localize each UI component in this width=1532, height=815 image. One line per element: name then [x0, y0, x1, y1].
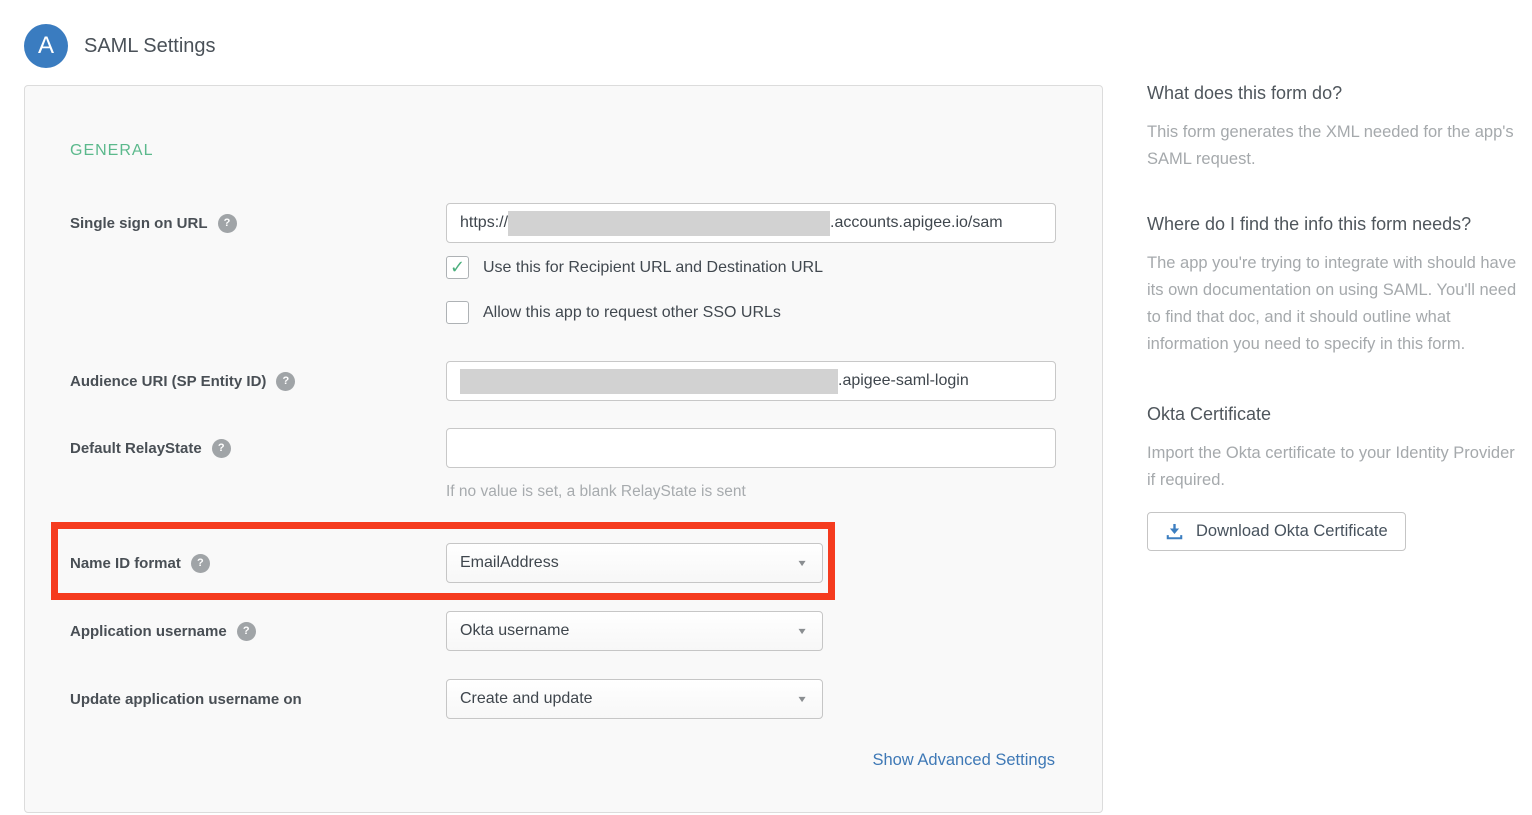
application-username-label: Application username: [70, 623, 227, 640]
recipient-checkbox[interactable]: ✓: [446, 256, 469, 279]
general-section-heading: GENERAL: [70, 142, 153, 160]
audience-uri-value-suffix: .apigee-saml-login: [838, 372, 969, 390]
application-username-dropdown[interactable]: Okta username ▼: [446, 611, 823, 651]
update-username-label-wrap: Update application username on: [70, 691, 446, 708]
audience-uri-label: Audience URI (SP Entity ID): [70, 373, 266, 390]
page-header: A SAML Settings: [24, 24, 216, 68]
chevron-down-icon: ▼: [796, 558, 808, 569]
update-username-row: Update application username on Create an…: [70, 679, 823, 719]
saml-settings-panel: GENERAL Single sign on URL ? https:// .a…: [24, 85, 1103, 813]
sidebar-heading-where: Where do I find the info this form needs…: [1147, 214, 1532, 235]
relay-state-input[interactable]: [446, 428, 1056, 468]
relay-state-row: Default RelayState ?: [70, 428, 1056, 468]
audience-uri-row: Audience URI (SP Entity ID) ? .apigee-sa…: [70, 361, 1056, 401]
recipient-checkbox-row: ✓ Use this for Recipient URL and Destina…: [446, 256, 823, 279]
help-sidebar: What does this form do? This form genera…: [1147, 83, 1532, 551]
other-sso-checkbox-row: Allow this app to request other SSO URLs: [446, 301, 781, 324]
download-okta-certificate-button[interactable]: Download Okta Certificate: [1147, 512, 1406, 551]
download-button-label: Download Okta Certificate: [1196, 522, 1388, 541]
update-username-dropdown[interactable]: Create and update ▼: [446, 679, 823, 719]
relay-state-hint: If no value is set, a blank RelayState i…: [446, 483, 746, 501]
audience-uri-label-wrap: Audience URI (SP Entity ID) ?: [70, 372, 446, 391]
name-id-format-row: Name ID format ? EmailAddress ▼: [70, 543, 823, 583]
recipient-checkbox-label: Use this for Recipient URL and Destinati…: [483, 259, 823, 277]
sso-url-label: Single sign on URL: [70, 215, 208, 232]
page-title: SAML Settings: [84, 35, 216, 58]
sso-url-input[interactable]: https:// .accounts.apigee.io/sam: [446, 203, 1056, 243]
application-username-value: Okta username: [460, 622, 569, 640]
show-advanced-settings-link[interactable]: Show Advanced Settings: [872, 751, 1055, 770]
help-icon[interactable]: ?: [218, 214, 237, 233]
chevron-down-icon: ▼: [796, 626, 808, 637]
sidebar-heading-certificate: Okta Certificate: [1147, 404, 1532, 425]
chevron-down-icon: ▼: [796, 694, 808, 705]
other-sso-checkbox-label: Allow this app to request other SSO URLs: [483, 304, 781, 322]
help-icon[interactable]: ?: [237, 622, 256, 641]
download-icon: [1165, 522, 1184, 541]
relay-state-label: Default RelayState: [70, 440, 202, 457]
name-id-format-dropdown[interactable]: EmailAddress ▼: [446, 543, 823, 583]
name-id-format-label: Name ID format: [70, 555, 181, 572]
application-username-row: Application username ? Okta username ▼: [70, 611, 823, 651]
redacted-text: [508, 211, 830, 236]
other-sso-checkbox[interactable]: [446, 301, 469, 324]
sso-url-label-wrap: Single sign on URL ?: [70, 214, 446, 233]
application-username-label-wrap: Application username ?: [70, 622, 446, 641]
audience-uri-input[interactable]: .apigee-saml-login: [446, 361, 1056, 401]
step-a-badge: A: [24, 24, 68, 68]
help-icon[interactable]: ?: [276, 372, 295, 391]
checkmark-icon: ✓: [450, 257, 465, 278]
help-icon[interactable]: ?: [191, 554, 210, 573]
redacted-text: [460, 369, 838, 394]
help-icon[interactable]: ?: [212, 439, 231, 458]
sidebar-text-what: This form generates the XML needed for t…: [1147, 119, 1519, 173]
sidebar-heading-what: What does this form do?: [1147, 83, 1532, 104]
sidebar-text-where: The app you're trying to integrate with …: [1147, 250, 1519, 358]
update-username-label: Update application username on: [70, 691, 302, 708]
sidebar-text-certificate: Import the Okta certificate to your Iden…: [1147, 440, 1519, 494]
name-id-format-value: EmailAddress: [460, 554, 559, 572]
update-username-value: Create and update: [460, 690, 593, 708]
name-id-format-label-wrap: Name ID format ?: [70, 554, 446, 573]
sso-url-row: Single sign on URL ? https:// .accounts.…: [70, 203, 1056, 243]
sso-url-value-prefix: https://: [460, 214, 508, 232]
sso-url-value-suffix: .accounts.apigee.io/sam: [830, 214, 1003, 232]
relay-state-label-wrap: Default RelayState ?: [70, 439, 446, 458]
